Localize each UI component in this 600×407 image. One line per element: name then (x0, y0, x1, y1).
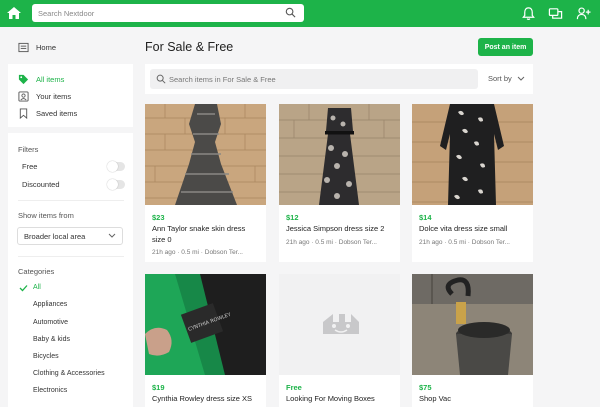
filter-discounted-toggle[interactable] (107, 178, 125, 190)
sidebar-item-label: Your items (36, 91, 72, 101)
filter-discounted-row: Discounted (22, 178, 125, 190)
global-search[interactable] (32, 4, 304, 22)
category-clothing[interactable]: Clothing & Accessories (33, 370, 105, 377)
category-baby-kids[interactable]: Baby & kids (33, 336, 70, 343)
page-title: For Sale & Free (145, 40, 234, 54)
nextdoor-logo-icon[interactable] (6, 5, 22, 21)
chevron-down-icon (517, 76, 525, 81)
placeholder-image-icon (323, 314, 359, 334)
category-bicycles[interactable]: Bicycles (33, 353, 59, 360)
sort-by-label: Sort by (488, 74, 512, 83)
divider (18, 200, 124, 201)
listing-image[interactable] (145, 104, 266, 205)
category-appliances[interactable]: Appliances (33, 301, 67, 308)
listing-price: $75 (419, 383, 432, 392)
listing-image[interactable] (279, 274, 400, 375)
sidebar-item-all-items[interactable]: All items (18, 72, 64, 86)
listing-card[interactable]: CYNTHIA ROWLEY $19 Cynthia Rowley dress … (145, 274, 266, 407)
listing-search-input[interactable] (169, 69, 469, 89)
listing-price: $23 (152, 213, 165, 222)
person-box-icon (18, 90, 29, 102)
filters-title: Filters (18, 145, 39, 154)
listing-search[interactable] (150, 69, 478, 89)
add-person-icon[interactable] (576, 6, 591, 21)
sidebar-item-label: Saved items (36, 108, 78, 118)
chat-icon[interactable] (548, 6, 563, 21)
filter-free-toggle[interactable] (107, 160, 125, 172)
listing-title: Cynthia Rowley dress size XS (152, 394, 253, 403)
sidebar-item-your-items[interactable]: Your items (18, 89, 71, 103)
listing-meta: 21h ago · 0.5 mi · Dobson Ter... (286, 239, 377, 246)
listing-title: Shop Vac (419, 394, 451, 403)
area-select[interactable]: Broader local area (17, 227, 123, 245)
category-automotive[interactable]: Automotive (33, 319, 68, 326)
listing-card[interactable]: $75 Shop Vac (412, 274, 533, 407)
post-item-button[interactable]: Post an item (478, 38, 533, 56)
divider (18, 256, 124, 257)
listing-meta: 21h ago · 0.5 mi · Dobson Ter... (152, 249, 243, 256)
filter-free-label: Free (22, 161, 38, 171)
listing-title: Jessica Simpson dress size 2 (286, 224, 385, 233)
listing-title: Dolce vita dress size small (419, 224, 508, 233)
listing-card[interactable]: $14 Dolce vita dress size small 21h ago … (412, 104, 533, 262)
top-bar (0, 0, 600, 27)
home-icon (18, 42, 29, 52)
listing-image[interactable] (412, 274, 533, 375)
listing-title: Looking For Moving Boxes (286, 394, 375, 403)
listing-card[interactable]: Free Looking For Moving Boxes (279, 274, 400, 407)
checkmark-icon (19, 285, 28, 292)
listing-card[interactable]: $23 Ann Taylor snake skin dress size 0 2… (145, 104, 266, 262)
filter-discounted-label: Discounted (22, 179, 60, 189)
area-select-value: Broader local area (24, 231, 86, 241)
sidebar-item-saved-items[interactable]: Saved items (18, 106, 77, 120)
bookmark-icon (19, 107, 28, 119)
category-electronics[interactable]: Electronics (33, 387, 67, 394)
nav-home-label: Home (36, 42, 57, 52)
chevron-down-icon (108, 233, 116, 238)
category-all[interactable]: All (33, 284, 41, 291)
listing-search-bar: Sort by (145, 64, 533, 94)
sidebar-item-label: All items (36, 74, 65, 84)
listing-price: $14 (419, 213, 432, 222)
listing-price: $12 (286, 213, 299, 222)
nav-home[interactable]: Home (18, 40, 56, 54)
global-search-input[interactable] (32, 4, 272, 22)
categories-title: Categories (18, 267, 55, 276)
search-icon (156, 74, 166, 84)
show-items-from-title: Show items from (18, 211, 74, 220)
listing-price: Free (286, 383, 302, 392)
tag-icon (18, 74, 29, 84)
listing-title: Ann Taylor snake skin dress size 0 (152, 224, 246, 244)
sort-by-dropdown[interactable]: Sort by (488, 74, 525, 83)
listing-image[interactable] (412, 104, 533, 205)
listing-card[interactable]: $12 Jessica Simpson dress size 2 21h ago… (279, 104, 400, 262)
listing-image[interactable] (279, 104, 400, 205)
listing-image[interactable]: CYNTHIA ROWLEY (145, 274, 266, 375)
listing-price: $19 (152, 383, 165, 392)
bell-icon[interactable] (521, 6, 536, 21)
listing-meta: 21h ago · 0.5 mi · Dobson Ter... (419, 239, 510, 246)
filter-free-row: Free (22, 160, 125, 172)
search-icon[interactable] (285, 7, 296, 18)
